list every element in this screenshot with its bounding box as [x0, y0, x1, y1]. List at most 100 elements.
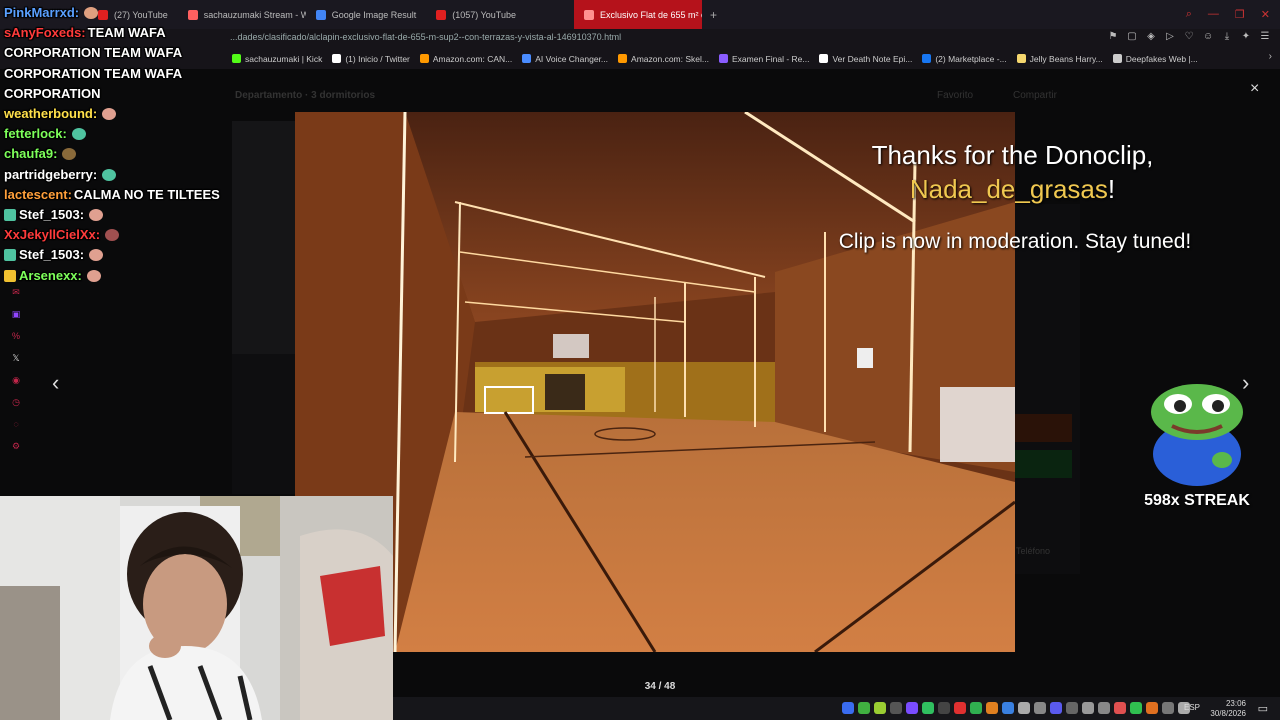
clock-date: 30/8/2026	[1210, 709, 1246, 718]
tray-app-icon[interactable]	[954, 702, 966, 714]
whatsapp-button[interactable]	[1014, 450, 1072, 478]
bookmark-item[interactable]: sachauzumaki | Kick	[232, 54, 322, 64]
search-tabs-icon[interactable]: ⌕	[1186, 8, 1192, 21]
mail-icon[interactable]: ✉	[12, 285, 20, 299]
x-icon[interactable]: 𝕏	[12, 351, 19, 365]
chat-username[interactable]: partridgeberry:	[4, 167, 97, 182]
gallery-close-button[interactable]: ×	[1250, 80, 1259, 98]
bookmark-item[interactable]: (2) Marketplace -...	[922, 53, 1007, 64]
browser-tab[interactable]: Google Image Result	[306, 0, 427, 29]
new-tab-button[interactable]: +	[702, 8, 725, 22]
chat-username[interactable]: PinkMarrxd:	[4, 5, 79, 20]
bookmark-item[interactable]: Amazon.com: Skel...	[618, 54, 709, 64]
bookmark-item[interactable]: (1) Inicio / Twitter	[332, 54, 410, 64]
twitch-icon[interactable]: ▣	[12, 307, 21, 321]
contact-button[interactable]	[1014, 414, 1072, 442]
chat-emote-icon	[86, 269, 101, 282]
chat-username[interactable]: chaufa9:	[4, 146, 57, 161]
record-icon[interactable]: ◉	[12, 373, 20, 387]
heart-icon[interactable]: ♡	[1184, 31, 1194, 42]
chat-badge-icon	[4, 249, 16, 262]
tray-app-icon[interactable]	[970, 702, 982, 714]
chat-username[interactable]: fetterlock:	[4, 126, 67, 141]
chat-username[interactable]: sAnyFoxeds:	[4, 25, 86, 40]
shield-icon[interactable]: ◈	[1146, 31, 1156, 42]
bookmark-item[interactable]: Deepfakes Web |...	[1112, 54, 1198, 64]
gear-icon[interactable]: ⚙	[12, 439, 20, 453]
donor-name: Nada_de_grasas	[909, 174, 1108, 204]
bookmark-label: (1) Inicio / Twitter	[345, 53, 410, 64]
tray-app-icon[interactable]	[1002, 702, 1014, 714]
url-text[interactable]: ...dades/clasificado/alclapin-exclusivo-…	[230, 32, 621, 42]
favorite-button[interactable]: Favorito	[937, 90, 973, 101]
tray-app-icon[interactable]	[1082, 702, 1094, 714]
chat-message: Arsenexx:	[4, 266, 244, 286]
bookmark-favicon-icon	[1016, 54, 1026, 63]
profile-icon[interactable]: ☺	[1203, 31, 1213, 42]
clock-icon[interactable]: ◷	[12, 395, 20, 409]
chat-message: Stef_1503:	[4, 205, 244, 225]
bookmark-favicon-icon	[419, 54, 429, 63]
bookmark-item[interactable]: Jelly Beans Harry...	[1016, 54, 1103, 64]
chat-message: fetterlock:	[4, 124, 244, 144]
chat-message: PinkMarrxd:	[4, 3, 244, 23]
tray-app-icon[interactable]	[1114, 702, 1126, 714]
tray-app-icon[interactable]	[874, 702, 886, 714]
browser-tab[interactable]: Exclusivo Flat de 655 m² c...	[574, 0, 702, 29]
chat-emote-icon	[89, 209, 104, 222]
stream-chat-overlay: PinkMarrxd: sAnyFoxeds: TEAM WAFA CORPORAT…	[4, 3, 244, 286]
chat-emote-icon	[89, 249, 104, 262]
bookmark-item[interactable]: Examen Final - Re...	[718, 54, 809, 64]
bookmark-item[interactable]: Amazon.com: CAN...	[419, 54, 512, 64]
tray-app-icon[interactable]	[1130, 702, 1142, 714]
chat-message: XxJekyllCielXx:	[4, 225, 244, 245]
tray-app-icon[interactable]	[1050, 702, 1062, 714]
tray-app-icon[interactable]	[890, 702, 902, 714]
tray-app-icon[interactable]	[1034, 702, 1046, 714]
play-icon[interactable]: ▷	[1165, 31, 1175, 42]
minimize-icon[interactable]: —	[1208, 8, 1219, 21]
chat-username[interactable]: Stef_1503:	[19, 247, 84, 262]
tray-app-icon[interactable]	[842, 702, 854, 714]
gallery-prev-button[interactable]: ‹	[52, 370, 59, 396]
chat-emote-icon	[84, 7, 99, 19]
tray-app-icon[interactable]	[1146, 702, 1158, 714]
browser-tab[interactable]: (1057) YouTube	[426, 0, 526, 29]
tray-app-icon[interactable]	[906, 702, 918, 714]
chat-username[interactable]: Stef_1503:	[19, 207, 84, 222]
alert-exclamation: !	[1107, 174, 1116, 204]
chat-username[interactable]: weatherbound:	[4, 106, 97, 121]
bookmark-label: (2) Marketplace -...	[935, 53, 1007, 64]
clock[interactable]: 23:06 30/8/2026	[1210, 699, 1246, 719]
tray-app-icon[interactable]	[1098, 702, 1110, 714]
bookmark-item[interactable]: AI Voice Changer...	[522, 54, 608, 64]
tray-app-icon[interactable]	[858, 702, 870, 714]
chat-message: chaufa9:	[4, 144, 244, 164]
chat-emote-icon	[62, 148, 77, 161]
chat-username[interactable]: Arsenexx:	[19, 268, 82, 283]
chat-username[interactable]: XxJekyllCielXx:	[4, 227, 100, 242]
ai-icon[interactable]: ✦	[1241, 31, 1251, 42]
tray-app-icon[interactable]	[1066, 702, 1078, 714]
bookmark-item[interactable]: Ver Death Note Epi...	[819, 54, 912, 64]
chat-icon[interactable]: ◌	[13, 417, 18, 431]
menu-icon[interactable]: ☰	[1260, 31, 1270, 42]
bookmark-favicon-icon	[618, 54, 628, 63]
screenshot-icon[interactable]: ▢	[1127, 31, 1137, 42]
percent-icon[interactable]: %	[12, 329, 20, 343]
language-indicator[interactable]: ESP	[1184, 703, 1200, 712]
download-icon[interactable]: ⤓	[1222, 31, 1232, 42]
bookmark-icon[interactable]: ⚑	[1108, 31, 1118, 42]
tray-app-icon[interactable]	[1162, 702, 1174, 714]
notification-icon[interactable]: ▭	[1258, 702, 1268, 715]
maximize-icon[interactable]: ❐	[1235, 8, 1245, 21]
close-window-icon[interactable]: ✕	[1261, 8, 1270, 21]
share-button[interactable]: Compartir	[1013, 90, 1057, 101]
chat-badge-icon	[4, 209, 16, 222]
bookmarks-overflow-icon[interactable]: ›	[1269, 51, 1272, 62]
chat-username[interactable]: lactescent:	[4, 187, 72, 202]
tray-app-icon[interactable]	[938, 702, 950, 714]
tray-app-icon[interactable]	[1018, 702, 1030, 714]
tray-app-icon[interactable]	[986, 702, 998, 714]
tray-app-icon[interactable]	[922, 702, 934, 714]
